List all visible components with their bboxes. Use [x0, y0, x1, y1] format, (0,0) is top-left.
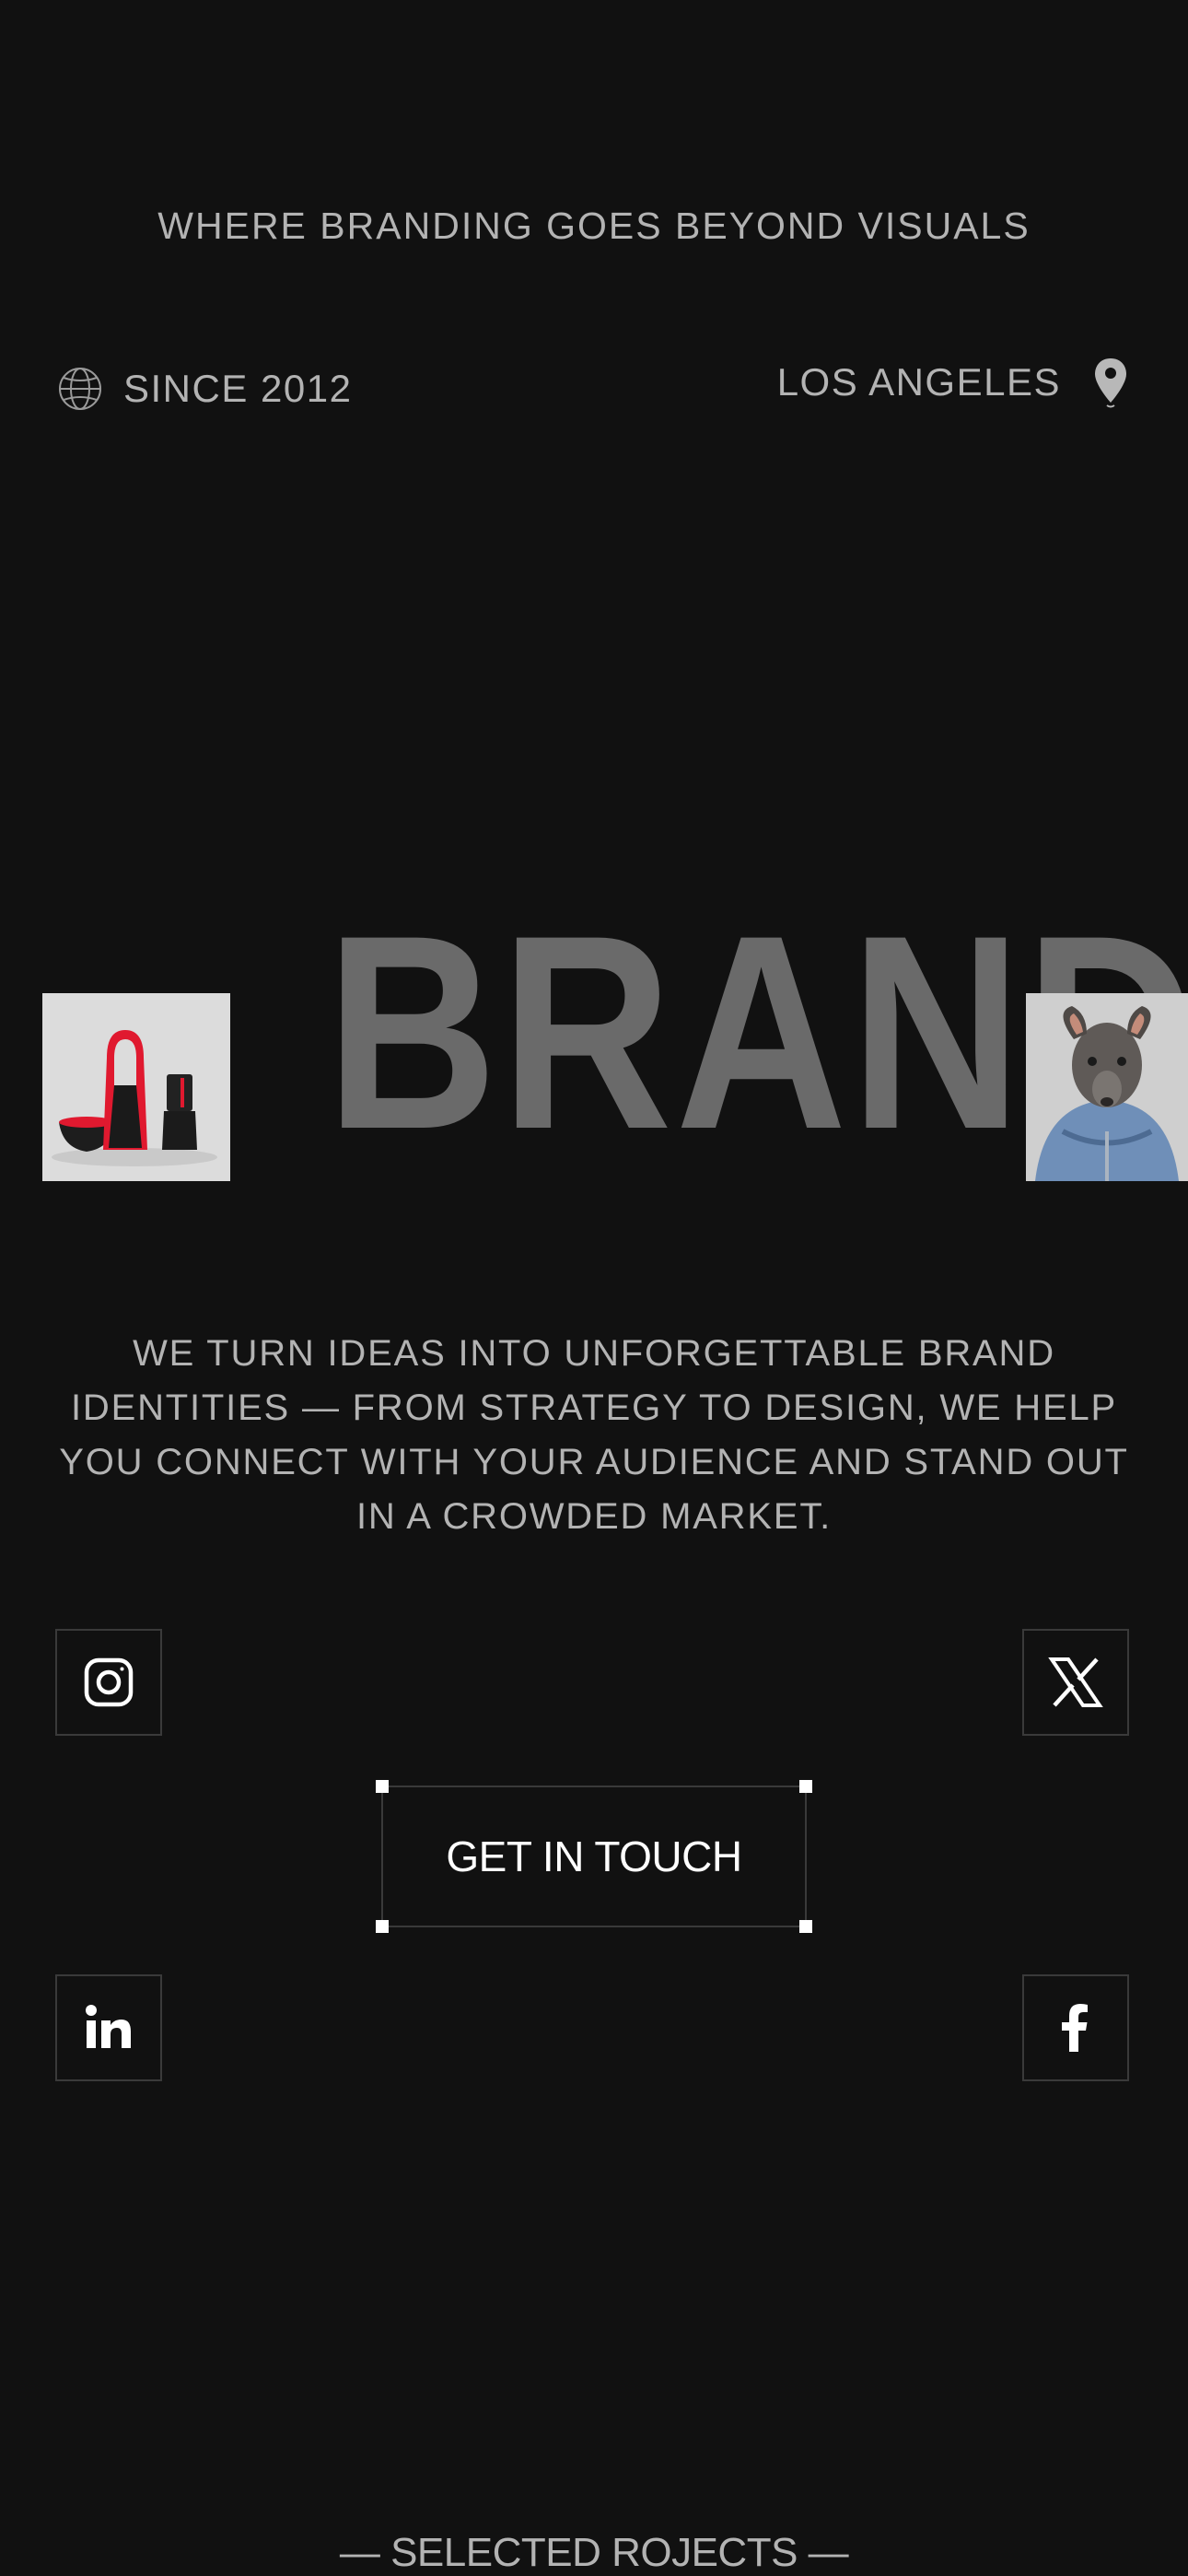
x-button[interactable] [1022, 1629, 1129, 1736]
selection-handle [799, 1920, 812, 1933]
product-image [42, 993, 230, 1181]
facebook-icon [1062, 2004, 1088, 2052]
instagram-button[interactable] [55, 1629, 162, 1736]
location-label: LOS ANGELES [776, 360, 1061, 404]
linkedin-button[interactable] [55, 1974, 162, 2081]
get-in-touch-label: GET IN TOUCH [446, 1832, 742, 1880]
get-in-touch-button[interactable]: GET IN TOUCH [381, 1786, 807, 1927]
tagline: WHERE BRANDING GOES BEYOND VISUALS [157, 205, 1031, 247]
since-badge: SINCE 2012 [57, 361, 352, 416]
location-badge: LOS ANGELES [777, 355, 1129, 410]
section-heading: — SELECTED ROJECTS — [339, 2530, 849, 2575]
description-text: WE TURN IDEAS INTO UNFORGETTABLE BRAND I… [59, 1333, 1129, 1537]
hero-title: BRAND [325, 877, 1188, 1187]
since-label: SINCE 2012 [123, 367, 353, 410]
x-icon [1048, 1657, 1103, 1707]
linkedin-icon [86, 2005, 131, 2048]
selection-handle [376, 1780, 389, 1793]
selection-handle [799, 1780, 812, 1793]
selection-handle [376, 1920, 389, 1933]
dog-thumbnail [1026, 993, 1188, 1181]
product-thumbnail [42, 993, 230, 1181]
dog-image [1026, 993, 1188, 1181]
globe-icon [59, 368, 101, 410]
facebook-button[interactable] [1022, 1974, 1129, 2081]
instagram-icon [84, 1657, 134, 1707]
map-pin-icon [1095, 358, 1126, 408]
